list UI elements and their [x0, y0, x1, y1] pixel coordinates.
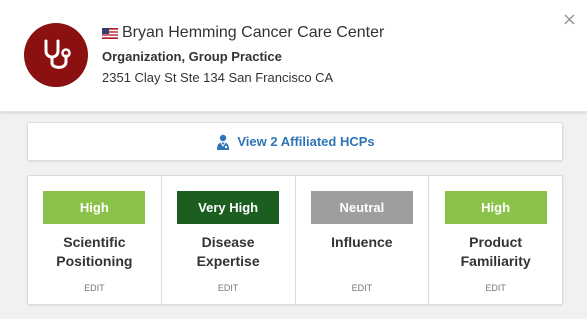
metric-label-line2: Expertise [196, 253, 260, 269]
status-badge: High [444, 191, 547, 224]
organization-type: Organization, Group Practice [102, 49, 282, 64]
us-flag-icon [102, 27, 118, 39]
status-badge: High [43, 191, 146, 224]
organization-name: Bryan Hemming Cancer Care Center [122, 24, 385, 41]
edit-link[interactable]: EDIT [162, 283, 295, 293]
avatar [24, 23, 88, 87]
metric-label-line1: Scientific [63, 234, 126, 250]
metric-label: Disease Expertise [162, 233, 295, 271]
metric-scientific-positioning: High Scientific Positioning EDIT [28, 176, 162, 304]
doctor-icon [217, 134, 230, 150]
metric-label-line1: Product [469, 234, 523, 250]
profile-header: Bryan Hemming Cancer Care Center Organiz… [0, 0, 587, 112]
status-badge: Very High [177, 191, 280, 224]
metric-label: Product Familiarity [429, 233, 562, 271]
close-button[interactable]: × [562, 11, 577, 29]
metric-label: Influence [296, 233, 429, 252]
metric-label: Scientific Positioning [28, 233, 161, 271]
view-affiliated-hcps-label: View 2 Affiliated HCPs [237, 134, 375, 149]
metric-label-line2: Familiarity [460, 253, 531, 269]
metric-label-line2: Positioning [56, 253, 133, 269]
edit-link[interactable]: EDIT [296, 283, 429, 293]
edit-link[interactable]: EDIT [28, 283, 161, 293]
metric-disease-expertise: Very High Disease Expertise EDIT [162, 176, 296, 304]
metric-influence: Neutral Influence EDIT [296, 176, 430, 304]
organization-address: 2351 Clay St Ste 134 San Francisco CA [102, 70, 334, 85]
metric-label-line1: Influence [331, 234, 393, 250]
metric-label-line1: Disease [201, 234, 255, 250]
metrics-panel: High Scientific Positioning EDIT Very Hi… [27, 175, 563, 305]
metric-product-familiarity: High Product Familiarity EDIT [429, 176, 562, 304]
edit-link[interactable]: EDIT [429, 283, 562, 293]
stethoscope-icon [44, 39, 71, 69]
status-badge: Neutral [310, 191, 413, 224]
view-affiliated-hcps-button[interactable]: View 2 Affiliated HCPs [27, 122, 563, 161]
